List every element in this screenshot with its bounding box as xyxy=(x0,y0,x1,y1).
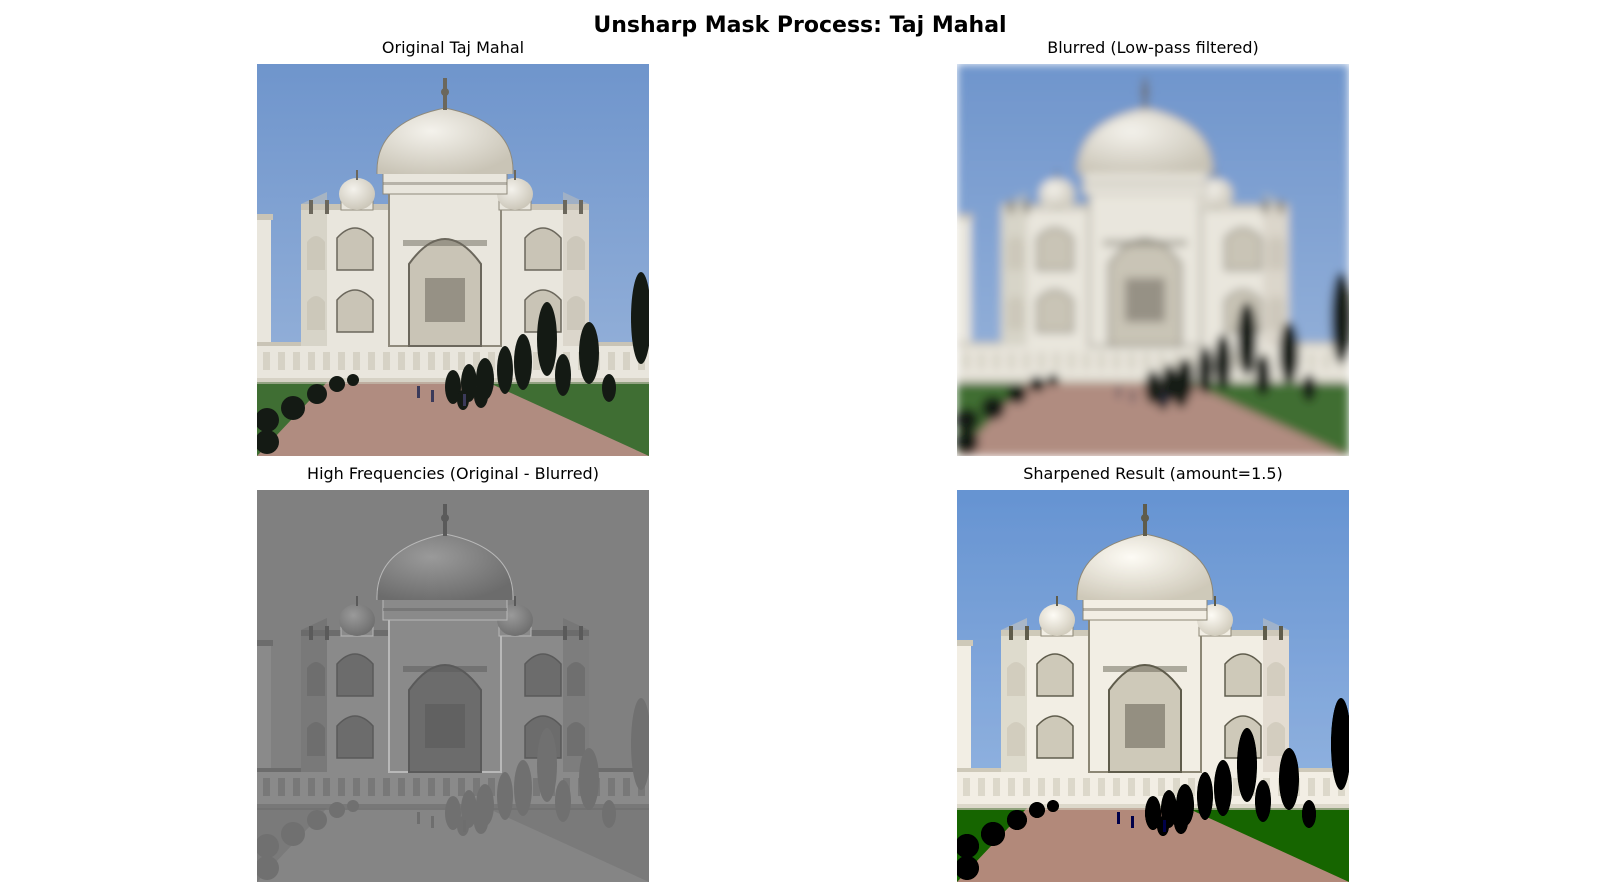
image-sharpened xyxy=(957,490,1349,882)
taj-mahal-photo xyxy=(957,64,1349,456)
taj-mahal-photo xyxy=(257,64,649,456)
panel-title-blurred: Blurred (Low-pass filtered) xyxy=(1047,38,1259,57)
panel-title-original: Original Taj Mahal xyxy=(381,38,525,57)
taj-mahal-photo xyxy=(257,490,649,882)
taj-mahal-photo xyxy=(957,490,1349,882)
image-original xyxy=(257,64,649,456)
image-blurred xyxy=(957,64,1349,456)
panel-title-highpass: High Frequencies (Original - Blurred) xyxy=(307,464,599,483)
panel-title-sharpened: Sharpened Result (amount=1.5) xyxy=(1023,464,1283,483)
image-highpass xyxy=(257,490,649,882)
